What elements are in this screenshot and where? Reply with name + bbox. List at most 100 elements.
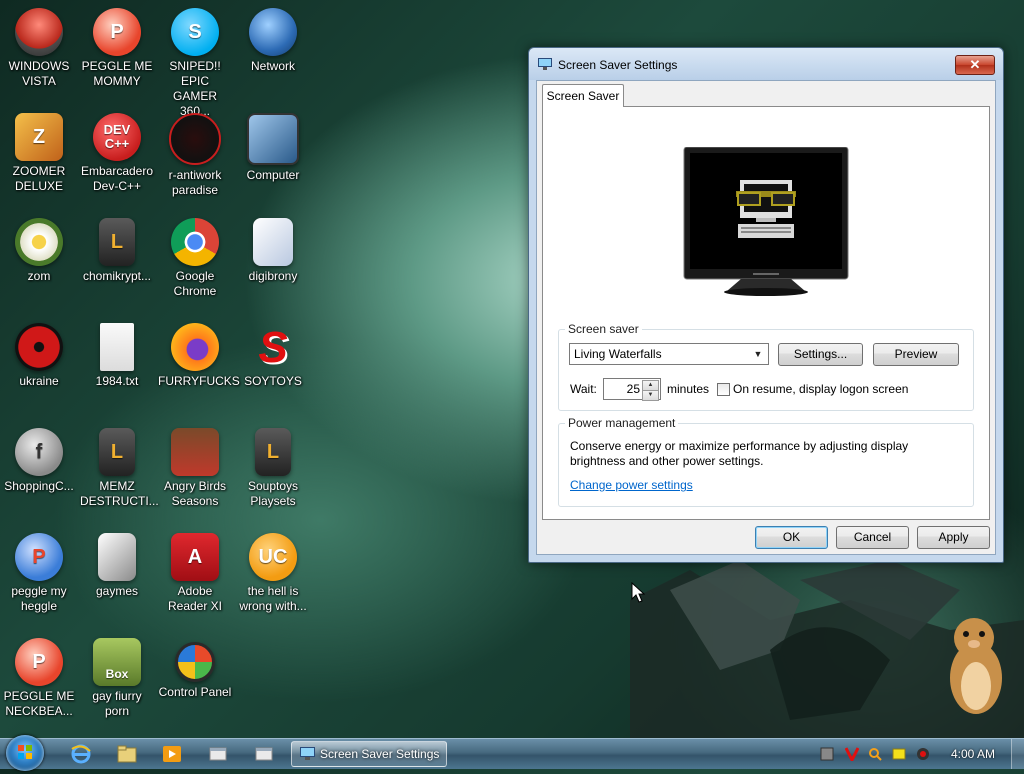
box-hamster-icon: Box — [93, 638, 141, 686]
desktop-icon-zom[interactable]: zom — [0, 214, 78, 314]
desktop-icon-sniped[interactable]: S SNIPED!! EPIC GAMER 360... — [156, 4, 234, 118]
apply-button[interactable]: Apply — [917, 526, 990, 549]
taskbar-button-label: Screen Saver Settings — [320, 747, 440, 761]
desktop-icon-angry-birds[interactable]: Angry Birds Seasons — [156, 424, 234, 524]
desktop-icon-antiwork[interactable]: r-antiwork paradise — [156, 109, 234, 209]
adobe-reader-icon: A — [171, 533, 219, 581]
flash-icon: f — [15, 428, 63, 476]
desktop-icon-label: WINDOWS VISTA — [8, 59, 70, 88]
screen-saver-group: Screen saver Living Waterfalls ▼ Setting… — [558, 322, 974, 411]
desktop-icon-label: PEGGLE ME NECKBEA... — [3, 689, 75, 718]
chevron-down-icon: ▼ — [753, 349, 763, 359]
change-power-settings-link[interactable]: Change power settings — [570, 478, 693, 492]
desktop-icon-gay-fiurry[interactable]: Box gay fiurry porn — [78, 634, 156, 734]
shortcut-clock-icon: L — [255, 428, 291, 476]
show-desktop-button[interactable] — [1011, 739, 1024, 769]
desktop-icon-zoomer-deluxe[interactable]: Z ZOOMER DELUXE — [0, 109, 78, 209]
screen-saver-group-legend: Screen saver — [565, 322, 642, 336]
desktop-icon-label: digibrony — [248, 269, 298, 283]
desktop-icon-network[interactable]: Network — [234, 4, 312, 104]
devcpp-icon: DEV C++ — [93, 113, 141, 161]
control-panel-icon — [175, 642, 215, 682]
desktop-icon-memz[interactable]: L MEMZ DESTRUCTI... — [78, 424, 159, 524]
explorer-folder-icon[interactable] — [116, 743, 138, 765]
angry-birds-icon — [171, 428, 219, 476]
desktop-icon-windows-vista[interactable]: WINDOWS VISTA — [0, 4, 78, 104]
desktop-icon-peggle-me-neckbea[interactable]: P PEGGLE ME NECKBEA... — [0, 634, 78, 734]
antiwork-icon — [169, 113, 221, 165]
desktop-icon-furryfucks[interactable]: FURRYFUCKS — [156, 319, 240, 419]
dialog-body: Screen Saver Screen saver Living Waterfa… — [536, 80, 996, 555]
windows-logo-icon — [18, 745, 32, 759]
shortcut-clock-icon: L — [99, 218, 135, 266]
ie-icon[interactable] — [70, 743, 92, 765]
screen-saver-dropdown[interactable]: Living Waterfalls ▼ — [569, 343, 769, 365]
shortcut-clock-icon: L — [99, 428, 135, 476]
dialog-titlebar[interactable]: Screen Saver Settings ✕ — [529, 48, 1003, 80]
logon-screen-checkbox[interactable] — [717, 383, 730, 396]
desktop-icon-label: gaymes — [95, 584, 139, 598]
uc-browser-icon: UC — [249, 533, 297, 581]
selected-screen-saver: Living Waterfalls — [574, 347, 662, 361]
tab-panel-screen-saver: Screen saver Living Waterfalls ▼ Setting… — [542, 106, 990, 520]
desktop-icon-peggle-me-mommy[interactable]: P PEGGLE ME MOMMY — [78, 4, 156, 104]
desktop-icon-control-panel[interactable]: Control Panel — [156, 634, 234, 734]
desktop-icon-souptoys[interactable]: L Souptoys Playsets — [234, 424, 312, 524]
desktop-icon-chomikrypt[interactable]: L chomikrypt... — [78, 214, 156, 314]
tray-search-icon[interactable] — [868, 747, 882, 761]
close-button[interactable]: ✕ — [955, 55, 995, 75]
network-globe-icon — [249, 8, 297, 56]
settings-button[interactable]: Settings... — [778, 343, 863, 366]
tray-note-icon[interactable] — [892, 747, 906, 761]
window-icon[interactable] — [207, 743, 229, 765]
tray-record-icon[interactable] — [916, 747, 930, 761]
desktop-icon-label: chomikrypt... — [82, 269, 151, 283]
mouse-cursor-icon — [631, 582, 645, 603]
desktop-icon-gaymes[interactable]: gaymes — [78, 529, 156, 629]
taskbar: Screen Saver Settings 4:00 AM — [0, 735, 1024, 771]
peggle-p-icon: P — [15, 638, 63, 686]
desktop-icon-label: SOYTOYS — [244, 374, 302, 388]
ok-button[interactable]: OK — [755, 526, 828, 549]
tray-v-icon[interactable] — [845, 747, 859, 761]
desktop-icon-shoppingc[interactable]: f ShoppingC... — [0, 424, 78, 524]
desktop-icon-computer[interactable]: Computer — [234, 109, 312, 209]
desktop-icon-soytoys[interactable]: S SOYTOYS — [234, 319, 312, 419]
desktop-icon-dev-cpp[interactable]: DEV C++ Embarcadero Dev-C++ — [78, 109, 156, 209]
desktop-icon-1984-txt[interactable]: 1984.txt — [78, 319, 156, 419]
desktop-icon-label: PEGGLE ME MOMMY — [81, 59, 153, 88]
screensaver-app-icon — [300, 747, 315, 760]
desktop-icon-label: 1984.txt — [95, 374, 139, 388]
desktop-icon-label: ukraine — [19, 374, 59, 388]
wait-minutes-spinner[interactable]: 25 ▲ ▼ — [603, 378, 661, 401]
desktop-icon-label: ZOOMER DELUXE — [12, 164, 66, 193]
start-button[interactable] — [6, 735, 44, 771]
firefox-icon — [171, 323, 219, 371]
pixel-computer-art — [736, 180, 796, 238]
desktop-icon-peggle-my-heggle[interactable]: P peggle my heggle — [0, 529, 78, 629]
tray-app-icon[interactable] — [820, 747, 834, 761]
desktop-icon-the-hell[interactable]: UC the hell is wrong with... — [234, 529, 312, 629]
vista-ball-icon — [15, 8, 63, 56]
desktop-icon-label: peggle my heggle — [11, 584, 67, 613]
taskbar-button-screen-saver-settings[interactable]: Screen Saver Settings — [291, 741, 447, 767]
desktop-icon-digibrony[interactable]: digibrony — [234, 214, 312, 314]
desktop-icon-adobe-reader[interactable]: A Adobe Reader XI — [156, 529, 234, 629]
media-player-icon[interactable] — [161, 743, 183, 765]
screen-saver-settings-dialog: Screen Saver Settings ✕ Screen Saver Scr… — [528, 47, 1004, 563]
logon-screen-label[interactable]: On resume, display logon screen — [733, 382, 908, 396]
power-management-group: Power management Conserve energy or maxi… — [558, 416, 974, 507]
desktop-icon-google-chrome[interactable]: Google Chrome — [156, 214, 234, 314]
taskbar-clock[interactable]: 4:00 AM — [951, 739, 995, 769]
tab-screen-saver[interactable]: Screen Saver — [542, 84, 624, 107]
digibrony-icon — [253, 218, 293, 266]
desktop-icon-ukraine[interactable]: ukraine — [0, 319, 78, 419]
preview-button[interactable]: Preview — [873, 343, 959, 366]
cancel-button[interactable]: Cancel — [836, 526, 909, 549]
window-icon[interactable] — [253, 743, 275, 765]
spinner-down-icon[interactable]: ▼ — [642, 390, 659, 401]
zuma-icon: Z — [15, 113, 63, 161]
minutes-label: minutes — [667, 382, 710, 396]
desktop-icon-label: Network — [250, 59, 295, 73]
power-management-legend: Power management — [565, 416, 679, 430]
